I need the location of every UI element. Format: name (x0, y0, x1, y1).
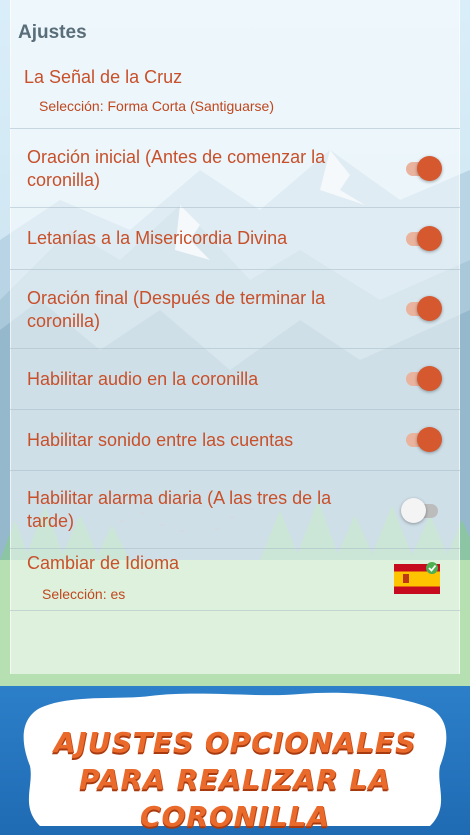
setting-subtitle: Selección: es (42, 586, 126, 602)
banner-line-1: AJUSTES OPCIONALES (53, 726, 417, 759)
setting-letanias[interactable]: Letanías a la Misericordia Divina (10, 208, 460, 270)
setting-sonido-cuentas[interactable]: Habilitar sonido entre las cuentas (10, 410, 460, 471)
setting-audio[interactable]: Habilitar audio en la coronilla (10, 349, 460, 410)
setting-title: Oración final (Después de terminar la co… (27, 288, 326, 331)
toggle-knob (417, 156, 442, 181)
setting-title: La Señal de la Cruz (24, 67, 183, 87)
page-title: Ajustes (18, 22, 87, 43)
setting-oracion-inicial[interactable]: Oración inicial (Antes de comenzar la co… (10, 129, 460, 208)
setting-title: Habilitar sonido entre las cuentas (27, 430, 294, 450)
setting-oracion-final[interactable]: Oración final (Después de terminar la co… (10, 270, 460, 349)
banner-line-3: CORONILLA (140, 800, 330, 833)
toggle-knob (417, 427, 442, 452)
spain-flag-icon[interactable] (394, 561, 442, 595)
toggle-knob (417, 366, 442, 391)
alarma-diaria-toggle[interactable] (401, 498, 442, 523)
setting-title: Oración inicial (Antes de comenzar la co… (27, 147, 326, 190)
setting-cambiar-idioma[interactable]: Cambiar de Idioma Selección: es (10, 549, 460, 611)
oracion-final-toggle[interactable] (402, 296, 442, 321)
setting-title: Letanías a la Misericordia Divina (27, 228, 288, 248)
banner-line-2: PARA REALIZAR LA (78, 763, 391, 796)
settings-screen: Ajustes La Señal de la Cruz Selección: F… (0, 0, 470, 686)
audio-toggle[interactable] (402, 366, 442, 391)
promo-banner: AJUSTES OPCIONALES PARA REALIZAR LA CORO… (0, 686, 470, 835)
setting-senal-de-la-cruz[interactable]: La Señal de la Cruz Selección: Forma Cor… (10, 56, 460, 129)
toggle-knob (401, 498, 426, 523)
letanias-toggle[interactable] (402, 226, 442, 251)
toggle-knob (417, 226, 442, 251)
oracion-inicial-toggle[interactable] (402, 156, 442, 181)
sonido-cuentas-toggle[interactable] (402, 427, 442, 452)
setting-subtitle: Selección: Forma Corta (Santiguarse) (39, 98, 274, 114)
toggle-knob (417, 296, 442, 321)
setting-title: Habilitar audio en la coronilla (27, 369, 259, 389)
setting-title: Habilitar alarma diaria (A las tres de l… (27, 488, 332, 531)
setting-title: Cambiar de Idioma (27, 553, 180, 573)
setting-alarma-diaria[interactable]: Habilitar alarma diaria (A las tres de l… (10, 471, 460, 549)
